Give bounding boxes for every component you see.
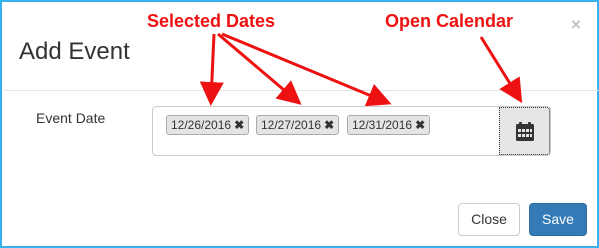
calendar-icon	[516, 122, 534, 141]
date-chip: 12/31/2016 ✖	[347, 115, 431, 135]
close-button[interactable]: Close	[458, 203, 520, 236]
date-chip: 12/27/2016 ✖	[256, 115, 340, 135]
annotation-selected-dates: Selected Dates	[147, 11, 276, 31]
save-button[interactable]: Save	[529, 203, 587, 236]
open-calendar-button[interactable]	[499, 107, 550, 155]
date-chip: 12/26/2016 ✖	[166, 115, 250, 135]
remove-date-icon[interactable]: ✖	[324, 118, 334, 132]
modal-dialog: Add Event × Event Date 12/26/2016 ✖ 12/27…	[0, 0, 599, 248]
header-divider	[4, 90, 599, 91]
date-chip-value: 12/27/2016	[261, 118, 322, 132]
date-chip-value: 12/31/2016	[352, 118, 413, 132]
close-x-icon[interactable]: ×	[571, 15, 581, 35]
date-chip-value: 12/26/2016	[171, 118, 232, 132]
modal-title: Add Event	[19, 38, 130, 65]
event-date-label: Event Date	[36, 110, 106, 126]
annotation-open-calendar: Open Calendar	[385, 11, 514, 31]
remove-date-icon[interactable]: ✖	[234, 118, 244, 132]
remove-date-icon[interactable]: ✖	[415, 118, 425, 132]
